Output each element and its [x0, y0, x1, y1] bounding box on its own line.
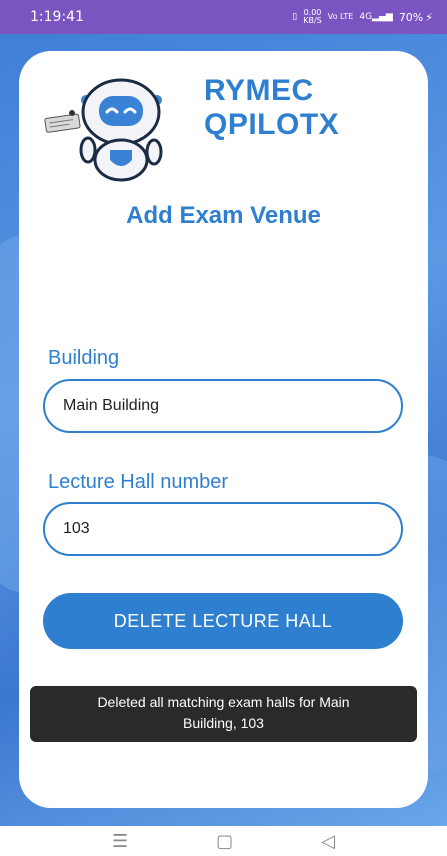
app-brand: RYMEC QPILOTX	[204, 74, 339, 142]
back-triangle-icon[interactable]: ◁	[321, 831, 335, 852]
toast-line-2: Building, 103	[183, 715, 264, 731]
lecture-hall-label: Lecture Hall number	[48, 471, 229, 493]
robot-mascot-logo	[44, 78, 163, 182]
battery-indicator: 70% ⚡	[398, 10, 433, 24]
status-time: 1:19:41	[30, 9, 84, 25]
battery-charging-icon: ⚡	[425, 10, 433, 24]
system-nav-bar: ☰ ▢ ◁	[0, 826, 447, 856]
network-speed: 0.00 KB/S	[303, 8, 322, 25]
home-square-icon[interactable]: ▢	[216, 831, 233, 852]
toast-line-1: Deleted all matching exam halls for Main	[97, 694, 350, 710]
toast-message: Deleted all matching exam halls for Main…	[30, 686, 417, 742]
building-input[interactable]	[43, 379, 403, 433]
brand-line-1: RYMEC	[204, 74, 314, 107]
delete-lecture-hall-button[interactable]: DELETE LECTURE HALL	[43, 593, 403, 649]
vibrate-icon: ▯	[292, 12, 298, 22]
brand-line-2: QPILOTX	[204, 108, 340, 141]
status-icons: ▯ 0.00 KB/S Vo LTE 4G▂▄▆ 70% ⚡	[292, 9, 433, 25]
menu-icon[interactable]: ☰	[112, 831, 128, 852]
signal-icon: 4G▂▄▆	[359, 12, 393, 22]
building-label: Building	[48, 347, 120, 369]
page-title: Add Exam Venue	[126, 202, 321, 229]
volte-indicator: Vo LTE	[327, 12, 354, 21]
status-bar: 1:19:41 ▯ 0.00 KB/S Vo LTE 4G▂▄▆ 70% ⚡	[0, 0, 447, 34]
lecture-hall-input[interactable]	[43, 502, 403, 556]
